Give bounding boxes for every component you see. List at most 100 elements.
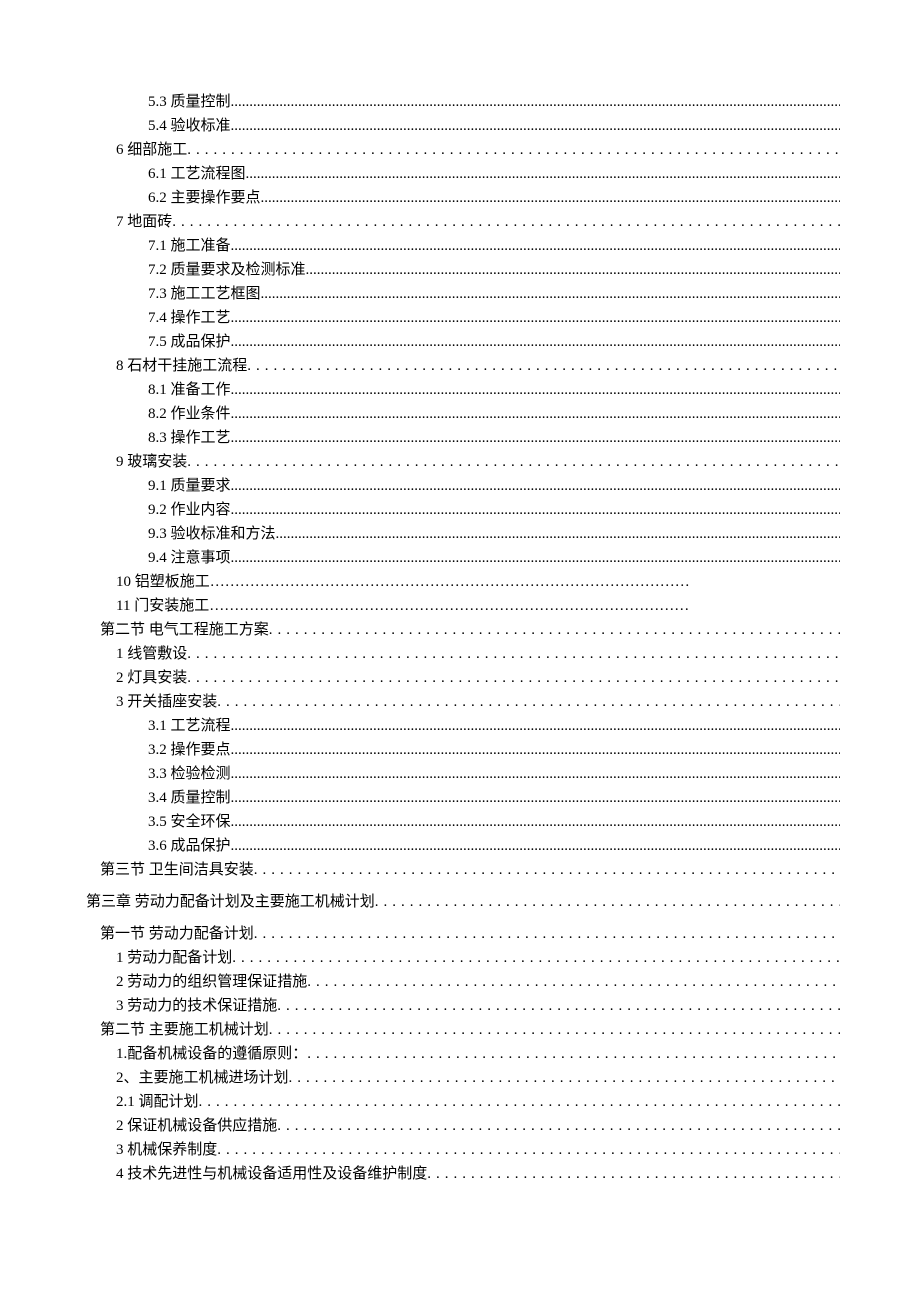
toc-entry: 7.3 施工工艺框图..............................…	[148, 282, 840, 306]
table-of-contents: 5.3 质量控制................................…	[86, 90, 840, 1186]
toc-entry: 1 线管敷设 .................................…	[116, 642, 840, 666]
toc-entry-label: 3.5 安全环保	[148, 810, 231, 834]
toc-entry-label: 3.2 操作要点	[148, 738, 231, 762]
toc-entry-label: 8.2 作业条件	[148, 402, 231, 426]
toc-entry: 9.2 作业内容................................…	[148, 498, 840, 522]
toc-entry-label: 7.3 施工工艺框图	[148, 282, 261, 306]
toc-leader-dots: ........................................…	[231, 762, 840, 786]
toc-leader-dots: ........................................…	[254, 922, 840, 946]
toc-entry-label: 第三节 卫生间洁具安装	[100, 858, 254, 882]
toc-leader-dots: ........................................…	[254, 858, 840, 882]
toc-leader-dots: ........................................…	[187, 642, 840, 666]
toc-leader-dots: ........................................…	[187, 666, 840, 690]
toc-entry: 1.配备机械设备的遵循原则： .........................…	[116, 1042, 840, 1066]
toc-entry: 8.2 作业条件................................…	[148, 402, 840, 426]
toc-entry-label: 3 劳动力的技术保证措施	[116, 994, 277, 1018]
toc-leader-dots: ........................................…	[187, 138, 840, 162]
toc-leader-dots: ........................................…	[231, 738, 840, 762]
toc-leader-dots: ........................................…	[231, 114, 840, 138]
toc-leader-dots: ........................................…	[269, 618, 840, 642]
toc-leader-dots: ........................................…	[231, 714, 840, 738]
toc-entry-label: 7 地面砖	[116, 210, 172, 234]
toc-entry: 9.1 质量要求................................…	[148, 474, 840, 498]
toc-entry-label: 3.1 工艺流程	[148, 714, 231, 738]
toc-leader-dots: ……………………………………………………………………………………	[210, 570, 840, 594]
toc-leader-dots: ........................................…	[276, 522, 840, 546]
toc-entry-label: 9.1 质量要求	[148, 474, 231, 498]
toc-entry: 2 灯具安装 .................................…	[116, 666, 840, 690]
toc-entry: 11 门安装施工……………………………………………………………………………………	[116, 594, 840, 618]
toc-entry: 8.1 准备工作................................…	[148, 378, 840, 402]
toc-leader-dots: ……………………………………………………………………………………	[209, 594, 840, 618]
toc-leader-dots: ........................................…	[231, 810, 840, 834]
toc-entry: 5.4 验收标准................................…	[148, 114, 840, 138]
toc-leader-dots: ........................................…	[231, 306, 840, 330]
toc-leader-dots: ........................................…	[231, 546, 840, 570]
toc-entry: 第三章 劳动力配备计划及主要施工机械计划 ...................…	[86, 890, 840, 914]
toc-entry-label: 7.4 操作工艺	[148, 306, 231, 330]
toc-entry: 2、主要施工机械进场计划 ...........................…	[116, 1066, 840, 1090]
toc-entry: 3.5 安全环保................................…	[148, 810, 840, 834]
toc-leader-dots: ........................................…	[261, 186, 840, 210]
toc-entry: 4 技术先进性与机械设备适用性及设备维护制度 .................…	[116, 1162, 840, 1186]
toc-entry-label: 8.3 操作工艺	[148, 426, 231, 450]
toc-entry: 9 玻璃安装 .................................…	[116, 450, 840, 474]
toc-entry-label: 第二节 电气工程施工方案	[100, 618, 269, 642]
toc-entry: 第二节 主要施工机械计划............................…	[100, 1018, 840, 1042]
toc-entry-label: 1 线管敷设	[116, 642, 187, 666]
toc-leader-dots: ........................................…	[199, 1090, 840, 1114]
toc-leader-dots: ........................................…	[231, 330, 840, 354]
toc-leader-dots: ........................................…	[217, 1138, 840, 1162]
toc-entry: 7.2 质量要求及检测标准...........................…	[148, 258, 840, 282]
toc-leader-dots: ........................................…	[269, 1018, 840, 1042]
toc-entry-label: 5.3 质量控制	[148, 90, 231, 114]
toc-entry: 2 劳动力的组织管理保证措施 .........................…	[116, 970, 840, 994]
toc-leader-dots: ........................................…	[231, 474, 840, 498]
toc-entry-label: 2 劳动力的组织管理保证措施	[116, 970, 307, 994]
toc-entry-label: 7.5 成品保护	[148, 330, 231, 354]
toc-entry: 3 开关插座安装 ...............................…	[116, 690, 840, 714]
toc-entry-label: 2.1 调配计划	[116, 1090, 199, 1114]
toc-entry: 2 保证机械设备供应措施 ...........................…	[116, 1114, 840, 1138]
toc-entry: 1 劳动力配备计划 ..............................…	[116, 946, 840, 970]
toc-leader-dots: ........................................…	[172, 210, 840, 234]
toc-leader-dots: ........................................…	[231, 234, 840, 258]
toc-leader-dots: ........................................…	[427, 1162, 840, 1186]
toc-entry-label: 3.3 检验检测	[148, 762, 231, 786]
toc-entry-label: 1 劳动力配备计划	[116, 946, 232, 970]
toc-entry: 10 铝塑板施工……………………………………………………………………………………	[116, 570, 840, 594]
toc-leader-dots: ........................................…	[231, 90, 840, 114]
toc-entry-label: 9.4 注意事项	[148, 546, 231, 570]
toc-entry-label: 7.1 施工准备	[148, 234, 231, 258]
toc-entry: 6.2 主要操作要点..............................…	[148, 186, 840, 210]
toc-entry: 第二节 电气工程施工方案............................…	[100, 618, 840, 642]
toc-entry-label: 第二节 主要施工机械计划	[100, 1018, 269, 1042]
toc-entry-label: 6.2 主要操作要点	[148, 186, 261, 210]
toc-entry-label: 8 石材干挂施工流程	[116, 354, 247, 378]
toc-leader-dots: ........................................…	[231, 786, 840, 810]
toc-entry: 7 地面砖 ..................................…	[116, 210, 840, 234]
toc-entry: 5.3 质量控制................................…	[148, 90, 840, 114]
toc-leader-dots: ........................................…	[277, 994, 840, 1018]
toc-entry-label: 4 技术先进性与机械设备适用性及设备维护制度	[116, 1162, 427, 1186]
toc-leader-dots: ........................................…	[375, 890, 840, 914]
toc-entry-label: 11 门安装施工	[116, 594, 209, 618]
toc-entry: 3 劳动力的技术保证措施 ...........................…	[116, 994, 840, 1018]
toc-entry: 6 细部施工..................................…	[116, 138, 840, 162]
toc-entry-label: 9 玻璃安装	[116, 450, 187, 474]
toc-entry-label: 2 灯具安装	[116, 666, 187, 690]
toc-entry: 9.4 注意事项................................…	[148, 546, 840, 570]
toc-entry-label: 10 铝塑板施工	[116, 570, 210, 594]
toc-entry: 9.3 验收标准和方法.............................…	[148, 522, 840, 546]
toc-entry: 7.5 成品保护................................…	[148, 330, 840, 354]
toc-entry-label: 9.2 作业内容	[148, 498, 231, 522]
toc-entry: 8.3 操作工艺................................…	[148, 426, 840, 450]
toc-leader-dots: ........................................…	[231, 498, 840, 522]
toc-entry-label: 3 机械保养制度	[116, 1138, 217, 1162]
toc-entry-label: 第三章 劳动力配备计划及主要施工机械计划	[86, 890, 375, 914]
toc-leader-dots: ........................................…	[232, 946, 840, 970]
toc-leader-dots: ........................................…	[307, 1042, 840, 1066]
toc-entry-label: 2、主要施工机械进场计划	[116, 1066, 289, 1090]
toc-leader-dots: ........................................…	[246, 162, 840, 186]
toc-entry: 3.2 操作要点................................…	[148, 738, 840, 762]
